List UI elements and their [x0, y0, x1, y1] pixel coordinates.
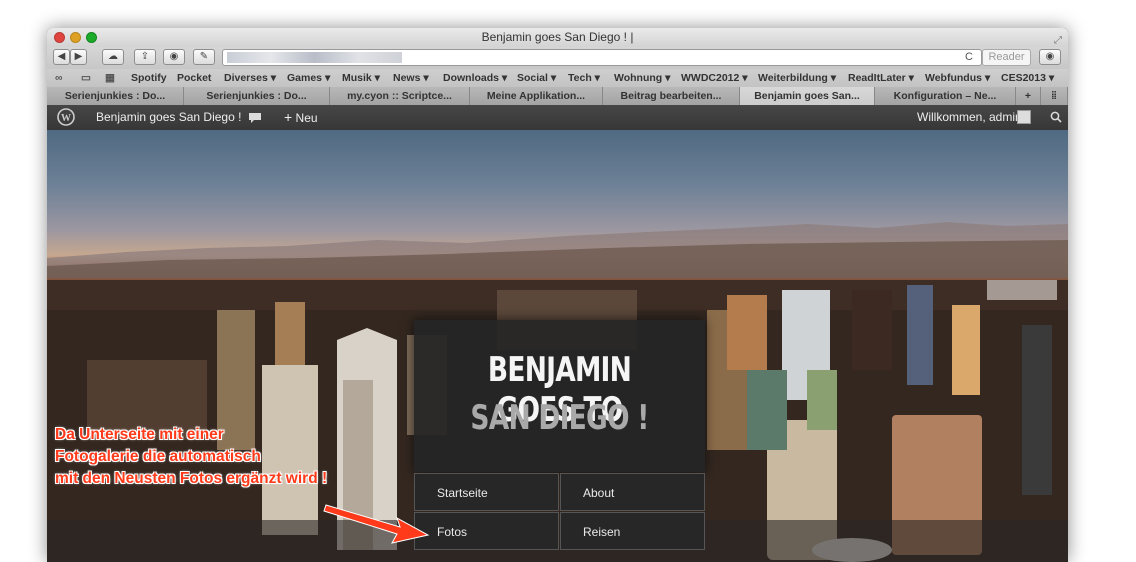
svg-text:W: W: [61, 113, 71, 124]
plus-icon: +: [1024, 90, 1032, 102]
blurred-url: [227, 52, 402, 63]
zoom-window-button[interactable]: [86, 32, 97, 43]
bookmark-item[interactable]: Spotify: [131, 72, 167, 84]
bookmark-item[interactable]: Social ▾: [517, 72, 556, 84]
bookmark-item[interactable]: ReadItLater ▾: [848, 72, 914, 84]
tab[interactable]: Konfiguration – Ne...: [875, 87, 1016, 105]
forward-arrow-icon: ▶: [74, 51, 83, 62]
bookmark-item[interactable]: Musik ▾: [342, 72, 380, 84]
grid-icon: ⦙⦙: [1051, 90, 1057, 102]
nav-fotos[interactable]: Fotos: [414, 512, 559, 550]
back-arrow-icon: ◀: [57, 51, 66, 62]
cloud-icon: ☁: [108, 51, 118, 62]
add-new-button[interactable]: + Neu: [284, 105, 318, 130]
annotation-text: Da Unterseite mit einer Fotogalerie die …: [55, 424, 327, 490]
annotation-arrow-icon: [323, 504, 430, 544]
share-icon: ⇪: [140, 51, 150, 62]
bookmark-item[interactable]: Wohnung ▾: [614, 72, 670, 84]
tab[interactable]: Serienjunkies : Do...: [47, 87, 184, 105]
annotation-line: Fotogalerie die automatisch: [55, 448, 261, 465]
extension-button[interactable]: ◉: [163, 49, 185, 65]
close-window-button[interactable]: [54, 32, 65, 43]
bookmarks-bar: ∞ ▭ ▦ Spotify Pocket Diverses ▾ Games ▾ …: [47, 69, 1068, 87]
bookmark-item[interactable]: Tech ▾: [568, 72, 600, 84]
tab[interactable]: Beitrag bearbeiten...: [603, 87, 740, 105]
reading-list-icon[interactable]: ∞: [55, 72, 63, 84]
downloads-button[interactable]: ◉: [1039, 49, 1061, 65]
bookmark-item[interactable]: CES2013 ▾: [1001, 72, 1054, 84]
annotation-line: Da Unterseite mit einer: [55, 426, 224, 443]
bookmarks-book-icon[interactable]: ▭: [81, 72, 91, 84]
wrench-icon: ✎: [199, 51, 209, 62]
window-title: Benjamin goes San Diego ! |: [481, 30, 634, 44]
site-title-line2[interactable]: SAN DIEGO !: [446, 398, 673, 438]
bookmark-item[interactable]: Games ▾: [287, 72, 330, 84]
tab[interactable]: Serienjunkies : Do...: [184, 87, 330, 105]
bookmark-item[interactable]: Diverses ▾: [224, 72, 276, 84]
icloud-tabs-button[interactable]: ☁: [102, 49, 124, 65]
nav-reisen[interactable]: Reisen: [560, 512, 705, 550]
bookmark-item[interactable]: News ▾: [393, 72, 429, 84]
tab-active[interactable]: Benjamin goes San...: [740, 87, 875, 105]
comments-icon[interactable]: [248, 105, 262, 130]
tab-overview-button[interactable]: ⦙⦙: [1041, 87, 1068, 105]
reader-button[interactable]: Reader: [982, 49, 1031, 66]
settings-button[interactable]: ✎: [193, 49, 215, 65]
bookmark-item[interactable]: Downloads ▾: [443, 72, 507, 84]
bookmark-item[interactable]: WWDC2012 ▾: [681, 72, 748, 84]
address-bar[interactable]: C: [222, 49, 982, 66]
annotation-line: mit den Neusten Fotos ergänzt wird !: [55, 470, 328, 487]
reload-icon[interactable]: C: [965, 51, 973, 63]
new-tab-button[interactable]: +: [1016, 87, 1041, 105]
bookmark-item[interactable]: Weiterbildung ▾: [758, 72, 836, 84]
nav-startseite[interactable]: Startseite: [414, 473, 559, 511]
main-navigation: Startseite About Fotos Reisen: [414, 473, 705, 551]
avatar[interactable]: [1017, 110, 1031, 124]
search-icon[interactable]: [1050, 105, 1062, 130]
tab[interactable]: my.cyon :: Scriptce...: [330, 87, 470, 105]
share-button[interactable]: ⇪: [134, 49, 156, 65]
add-new-label: Neu: [295, 111, 318, 125]
browser-toolbar: ◀ ▶ ☁ ⇪ ◉ ✎ C Reader ◉: [47, 47, 1068, 69]
welcome-admin[interactable]: Willkommen, admin: [917, 105, 1022, 130]
wp-admin-bar: W Benjamin goes San Diego ! + Neu Willko…: [47, 105, 1068, 130]
bookmark-item[interactable]: Webfundus ▾: [925, 72, 990, 84]
back-button[interactable]: ◀: [53, 49, 70, 65]
minimize-window-button[interactable]: [70, 32, 81, 43]
tab-bar: Serienjunkies : Do... Serienjunkies : Do…: [47, 87, 1068, 105]
admin-bar-site-name[interactable]: Benjamin goes San Diego !: [96, 105, 241, 130]
bookmark-item[interactable]: Pocket: [177, 72, 211, 84]
wordpress-logo-icon[interactable]: W: [57, 105, 75, 130]
forward-button[interactable]: ▶: [70, 49, 87, 65]
top-sites-icon[interactable]: ▦: [105, 72, 115, 84]
tab[interactable]: Meine Applikation...: [470, 87, 603, 105]
nav-about[interactable]: About: [560, 473, 705, 511]
site-title-box: BENJAMIN GOES TO SAN DIEGO !: [414, 320, 705, 472]
download-icon: ◉: [1045, 51, 1055, 62]
title-bar: Benjamin goes San Diego ! | ⤢: [47, 28, 1068, 47]
plus-icon: +: [284, 109, 293, 125]
extension-icon: ◉: [169, 51, 179, 62]
